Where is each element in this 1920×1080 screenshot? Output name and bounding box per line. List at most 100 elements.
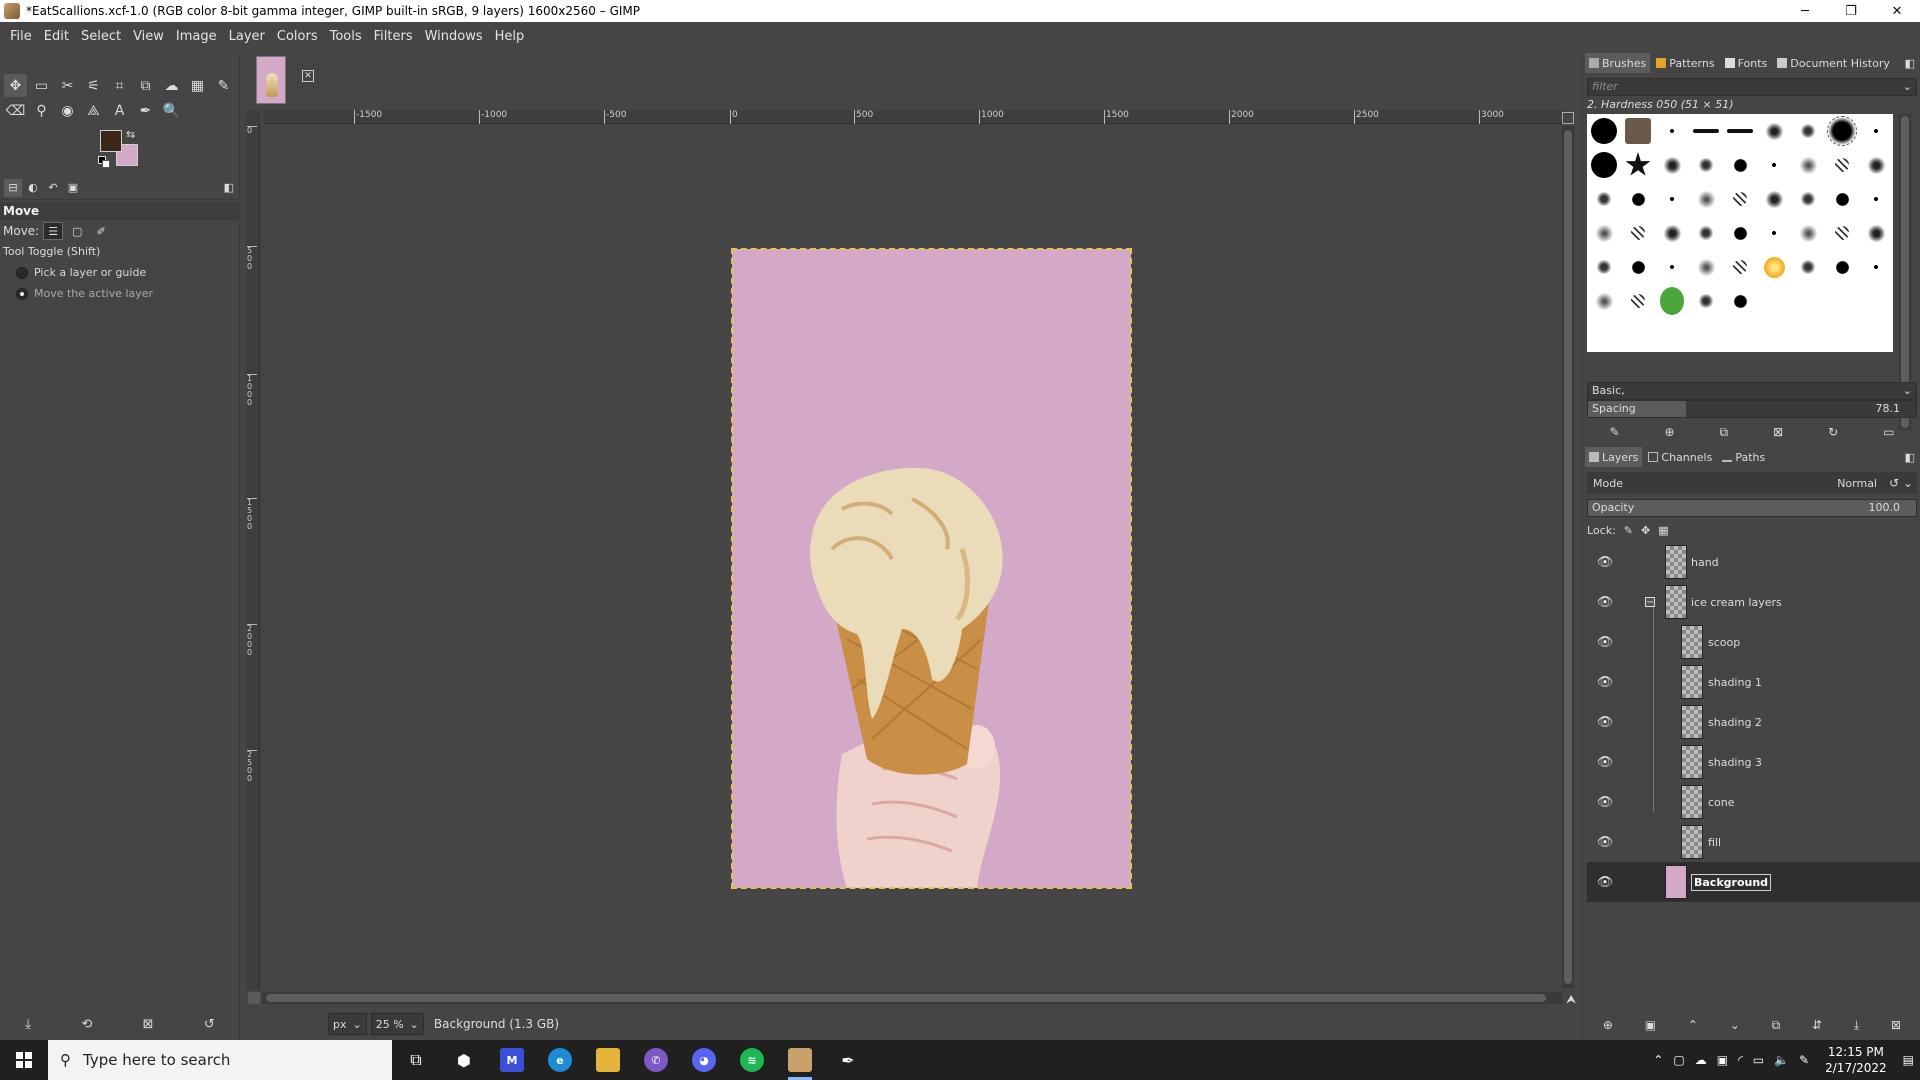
menu-colors[interactable]: Colors	[271, 22, 324, 52]
new-layer-group-icon[interactable]: ▣	[1645, 1018, 1656, 1032]
zoom-select[interactable]: 25 % ⌄	[370, 1013, 424, 1035]
duplicate-brush-icon[interactable]: ⧉	[1720, 425, 1729, 440]
discord-icon[interactable]: ◕	[680, 1040, 728, 1080]
brush-preview[interactable]	[1689, 148, 1723, 182]
edge-icon[interactable]: e	[536, 1040, 584, 1080]
brush-preview[interactable]	[1723, 182, 1757, 216]
zoom-icon[interactable]: 🔍	[160, 99, 183, 122]
brush-preview[interactable]	[1757, 148, 1791, 182]
image-tab-thumbnail[interactable]	[256, 56, 286, 104]
chevron-down-icon[interactable]: ⌄	[1903, 79, 1912, 95]
brush-preview[interactable]	[1689, 216, 1723, 250]
move-active-layer-radio[interactable]: Move the active layer	[0, 283, 240, 304]
layer-row[interactable]: 👁 cone	[1587, 782, 1920, 822]
brush-preview[interactable]	[1655, 216, 1689, 250]
visibility-eye-icon[interactable]: 👁	[1595, 795, 1615, 810]
brush-preview[interactable]	[1723, 284, 1757, 318]
layer-row[interactable]: 👁 shading 2	[1587, 702, 1920, 742]
brush-preview[interactable]	[1791, 284, 1825, 318]
lock-alpha-icon[interactable]: ▦	[1658, 524, 1668, 537]
brush-preview[interactable]	[1757, 250, 1791, 284]
perspective-icon[interactable]: ⟁	[82, 99, 105, 122]
start-button[interactable]	[0, 1040, 48, 1080]
file-explorer-icon[interactable]	[584, 1040, 632, 1080]
refresh-brushes-icon[interactable]: ↻	[1828, 425, 1838, 439]
brush-preview[interactable]	[1757, 216, 1791, 250]
brush-preview[interactable]	[1825, 148, 1859, 182]
menu-select[interactable]: Select	[75, 22, 127, 52]
brush-preview[interactable]	[1757, 284, 1791, 318]
vertical-scrollbar[interactable]	[1562, 126, 1574, 988]
brush-tag-filter[interactable]: Basic, ⌄	[1587, 382, 1917, 400]
merge-down-icon[interactable]: ⤓	[1854, 1018, 1859, 1033]
text-icon[interactable]: A	[108, 99, 131, 122]
brush-preview[interactable]	[1859, 148, 1893, 182]
layer-row[interactable]: 👁 shading 3	[1587, 742, 1920, 782]
visibility-eye-icon[interactable]: 👁	[1595, 875, 1615, 890]
eraser-icon[interactable]: ⌫	[4, 99, 27, 122]
mode-reset-icon[interactable]: ↺ ⌄	[1889, 476, 1913, 490]
menu-view[interactable]: View	[127, 22, 170, 52]
gimp-taskbar-icon[interactable]	[776, 1040, 824, 1080]
menu-help[interactable]: Help	[489, 22, 531, 52]
brush-preview[interactable]	[1587, 148, 1621, 182]
color-picker-icon[interactable]: ✒	[134, 99, 157, 122]
delete-layer-icon[interactable]: ⊠	[1891, 1018, 1901, 1032]
brush-preview[interactable]	[1655, 114, 1689, 148]
minimize-button[interactable]: ─	[1782, 0, 1828, 22]
clone-icon[interactable]: ⚲	[30, 99, 53, 122]
pick-layer-radio[interactable]: Pick a layer or guide	[0, 262, 240, 283]
brush-preview[interactable]	[1825, 284, 1859, 318]
brush-preview[interactable]	[1621, 182, 1655, 216]
reset-options-icon[interactable]: ↺	[204, 1017, 215, 1032]
visibility-eye-icon[interactable]: 👁	[1595, 555, 1615, 570]
brush-preview[interactable]	[1859, 216, 1893, 250]
brush-preview[interactable]	[1587, 284, 1621, 318]
brush-preview[interactable]	[1621, 284, 1655, 318]
brush-preview[interactable]	[1655, 182, 1689, 216]
tab-brushes[interactable]: Brushes	[1585, 53, 1651, 73]
ruler-corner[interactable]	[246, 110, 260, 124]
default-colors-icon[interactable]	[98, 156, 110, 168]
app-icon-blue[interactable]: M	[488, 1040, 536, 1080]
delete-brush-icon[interactable]: ⊠	[1773, 425, 1783, 439]
pen-icon[interactable]: ✎	[1799, 1053, 1809, 1067]
layer-group-row[interactable]: 👁 − ice cream layers	[1587, 582, 1920, 622]
app-icon-pen[interactable]: ✒	[824, 1040, 872, 1080]
bucket-fill-icon[interactable]: ◉	[56, 99, 79, 122]
brush-preview[interactable]	[1825, 250, 1859, 284]
visibility-eye-icon[interactable]: 👁	[1595, 595, 1615, 610]
brush-preview[interactable]	[1655, 250, 1689, 284]
visibility-eye-icon[interactable]: 👁	[1595, 835, 1615, 850]
visibility-eye-icon[interactable]: 👁	[1595, 635, 1615, 650]
device-status-tab-icon[interactable]: ◐	[24, 179, 42, 197]
wifi-icon[interactable]: ◜	[1738, 1053, 1743, 1067]
opacity-slider[interactable]: Opacity 100.0	[1587, 499, 1917, 517]
swap-colors-icon[interactable]: ⇆	[126, 128, 135, 141]
horizontal-scroll-thumb[interactable]	[266, 994, 1546, 1002]
brush-preview[interactable]	[1587, 250, 1621, 284]
move-path-icon[interactable]: ✐	[91, 222, 111, 240]
brush-preview[interactable]	[1791, 148, 1825, 182]
menu-image[interactable]: Image	[170, 22, 223, 52]
brush-preview[interactable]	[1723, 114, 1757, 148]
image-tab-close-icon[interactable]: ✕	[302, 70, 314, 82]
brush-preview[interactable]	[1859, 250, 1893, 284]
free-select-icon[interactable]: ✂	[56, 74, 79, 97]
brush-preview[interactable]	[1689, 182, 1723, 216]
tab-paths[interactable]: Paths	[1718, 447, 1769, 467]
brush-preview[interactable]	[1825, 216, 1859, 250]
brush-preview[interactable]	[1859, 114, 1893, 148]
move-icon[interactable]: ✥	[4, 74, 27, 97]
configure-tab-icon[interactable]: ◧	[224, 181, 234, 194]
unified-transform-icon[interactable]: ⧉	[134, 74, 157, 97]
edit-brush-icon[interactable]: ✎	[1609, 425, 1619, 439]
vertical-ruler[interactable]: 0 500 1000 1500 2000 2500	[246, 124, 260, 990]
brush-preview[interactable]	[1825, 182, 1859, 216]
tab-layers[interactable]: Layers	[1585, 447, 1643, 467]
spotify-icon[interactable]: ≋	[728, 1040, 776, 1080]
brush-preview[interactable]	[1859, 182, 1893, 216]
quick-mask-toggle[interactable]	[248, 992, 260, 1004]
undo-history-tab-icon[interactable]: ↶	[44, 179, 62, 197]
duplicate-layer-icon[interactable]: ⧉	[1772, 1018, 1781, 1033]
